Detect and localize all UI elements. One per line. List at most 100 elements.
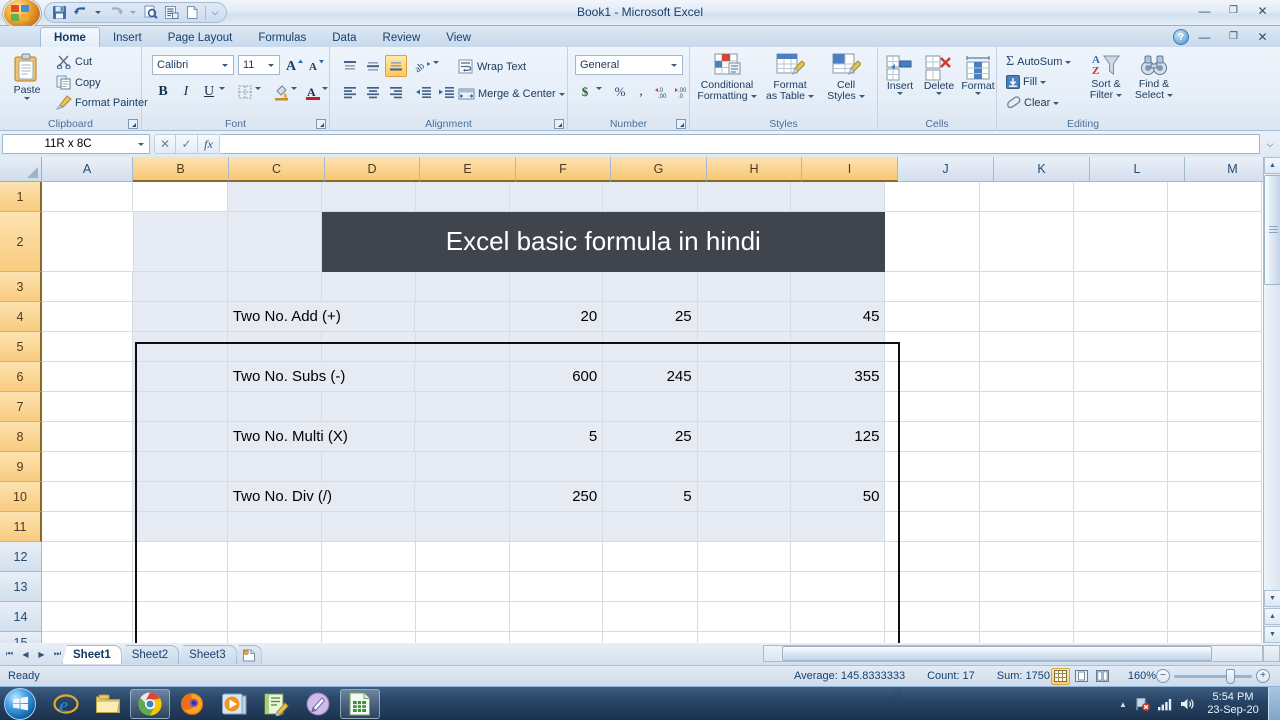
horizontal-split-handle[interactable] bbox=[1263, 645, 1280, 662]
sheet-tab-sheet1[interactable]: Sheet1 bbox=[62, 645, 122, 664]
file-explorer-icon[interactable] bbox=[88, 689, 128, 719]
row-header-3[interactable]: 3 bbox=[0, 272, 42, 302]
cell-H8[interactable] bbox=[697, 422, 792, 452]
cell-H5[interactable] bbox=[697, 332, 792, 362]
cell-L12[interactable] bbox=[1074, 542, 1168, 572]
cell-L6[interactable] bbox=[1074, 362, 1168, 392]
first-sheet-button[interactable]: ⏮ bbox=[2, 646, 17, 662]
font-dialog-launcher[interactable] bbox=[316, 119, 326, 129]
expand-formula-bar-icon[interactable]: ⌵ bbox=[1262, 135, 1278, 153]
cell-D3[interactable] bbox=[322, 272, 416, 302]
cell-E12[interactable] bbox=[415, 542, 510, 572]
cell-E7[interactable] bbox=[415, 392, 510, 422]
tab-insert[interactable]: Insert bbox=[100, 27, 155, 48]
conditional-formatting-dropdown-icon[interactable] bbox=[750, 95, 757, 98]
number-dialog-launcher[interactable] bbox=[676, 119, 686, 129]
cell-H14[interactable] bbox=[697, 602, 792, 632]
row-header-13[interactable]: 13 bbox=[0, 572, 42, 602]
alignment-dialog-launcher[interactable] bbox=[554, 119, 564, 129]
font-name-dropdown-icon[interactable] bbox=[219, 63, 231, 67]
cell-styles-dropdown-icon[interactable] bbox=[858, 95, 865, 98]
cell-G1[interactable] bbox=[603, 182, 698, 212]
cell-L8[interactable] bbox=[1074, 422, 1168, 452]
orientation-dropdown-icon[interactable] bbox=[433, 61, 439, 64]
cell-J9[interactable] bbox=[885, 452, 980, 482]
cell-M7[interactable] bbox=[1167, 392, 1262, 422]
borders-dropdown-icon[interactable] bbox=[255, 87, 261, 90]
comma-format-button[interactable]: , bbox=[632, 81, 650, 103]
windows-start-orb[interactable] bbox=[4, 687, 36, 720]
cell-L11[interactable] bbox=[1074, 512, 1168, 542]
cell-J3[interactable] bbox=[885, 272, 980, 302]
cell-G3[interactable] bbox=[603, 272, 698, 302]
cell-F11[interactable] bbox=[509, 512, 604, 542]
cell-D12[interactable] bbox=[322, 542, 416, 572]
cell-E3[interactable] bbox=[415, 272, 510, 302]
decrease-font-size-button[interactable]: A bbox=[306, 54, 327, 75]
cell-B8[interactable] bbox=[133, 422, 228, 452]
copy-button[interactable]: Copy bbox=[56, 75, 101, 90]
restore-button[interactable]: ❐ bbox=[1220, 2, 1247, 20]
cell-B9[interactable] bbox=[133, 452, 228, 482]
sort-filter-dropdown-icon[interactable] bbox=[1116, 94, 1123, 97]
cell-M2[interactable] bbox=[1167, 212, 1262, 272]
notepad-plus-plus-icon[interactable] bbox=[256, 689, 296, 719]
cell-B5[interactable] bbox=[133, 332, 228, 362]
cell-K15[interactable] bbox=[980, 632, 1075, 643]
prev-sheet-button[interactable]: ◀ bbox=[18, 646, 33, 662]
insert-cells-dropdown-icon[interactable] bbox=[897, 92, 903, 95]
cell-B11[interactable] bbox=[133, 512, 228, 542]
cell-L2[interactable] bbox=[1074, 212, 1168, 272]
cell-B2[interactable] bbox=[133, 212, 228, 272]
cell-F8-operand-a[interactable]: 5 bbox=[509, 422, 604, 452]
tab-formulas[interactable]: Formulas bbox=[245, 27, 319, 48]
cell-E14[interactable] bbox=[415, 602, 510, 632]
show-desktop-button[interactable] bbox=[1268, 687, 1280, 720]
cell-E1[interactable] bbox=[415, 182, 510, 212]
cell-E4[interactable] bbox=[415, 302, 510, 332]
paste-button[interactable]: Paste bbox=[6, 53, 48, 100]
cell-H10[interactable] bbox=[697, 482, 792, 512]
cell-E10[interactable] bbox=[415, 482, 510, 512]
cell-G9[interactable] bbox=[603, 452, 698, 482]
cell-M8[interactable] bbox=[1167, 422, 1262, 452]
page-layout-view-icon[interactable] bbox=[1072, 668, 1091, 685]
horizontal-scrollbar[interactable] bbox=[763, 645, 1263, 662]
cell-C15[interactable] bbox=[228, 632, 323, 643]
row-header-2[interactable]: 2 bbox=[0, 212, 42, 272]
column-header-i[interactable]: I bbox=[802, 157, 898, 182]
clock[interactable]: 5:54 PM 23-Sep-20 bbox=[1198, 691, 1268, 717]
cell-J11[interactable] bbox=[885, 512, 980, 542]
cell-E13[interactable] bbox=[415, 572, 510, 602]
cell-C12[interactable] bbox=[227, 542, 323, 572]
cell-A9[interactable] bbox=[42, 452, 134, 482]
sheet-tab-sheet2[interactable]: Sheet2 bbox=[120, 645, 180, 664]
autosum-button[interactable]: Σ AutoSum bbox=[1006, 54, 1072, 70]
normal-view-icon[interactable] bbox=[1051, 667, 1070, 685]
cell-J8[interactable] bbox=[885, 422, 980, 452]
cell-E9[interactable] bbox=[415, 452, 510, 482]
cell-G10-operand-b[interactable]: 5 bbox=[603, 482, 698, 512]
cell-K1[interactable] bbox=[979, 182, 1075, 212]
cell-J15[interactable] bbox=[885, 632, 980, 643]
name-box-dropdown-icon[interactable] bbox=[133, 142, 149, 146]
cell-H6[interactable] bbox=[697, 362, 792, 392]
cell-F3[interactable] bbox=[509, 272, 604, 302]
cell-A4[interactable] bbox=[42, 302, 134, 332]
cell-G8-operand-b[interactable]: 25 bbox=[603, 422, 698, 452]
bold-button[interactable]: B bbox=[152, 81, 174, 103]
cell-B3[interactable] bbox=[133, 272, 228, 302]
cell-L5[interactable] bbox=[1074, 332, 1168, 362]
zoom-slider[interactable]: − + bbox=[1156, 668, 1270, 684]
redo-icon[interactable] bbox=[105, 3, 126, 22]
cell-I3[interactable] bbox=[791, 272, 886, 302]
row-header-10[interactable]: 10 bbox=[0, 482, 42, 512]
conditional-formatting-button[interactable]: Conditional Formatting bbox=[696, 52, 758, 102]
cell-D14[interactable] bbox=[322, 602, 416, 632]
cell-K4[interactable] bbox=[979, 302, 1075, 332]
internet-explorer-icon[interactable]: e bbox=[46, 689, 86, 719]
cell-G7[interactable] bbox=[603, 392, 698, 422]
microsoft-excel-icon[interactable] bbox=[340, 688, 380, 719]
cell-I4-result[interactable]: 45 bbox=[791, 302, 886, 332]
cell-K12[interactable] bbox=[979, 542, 1075, 572]
